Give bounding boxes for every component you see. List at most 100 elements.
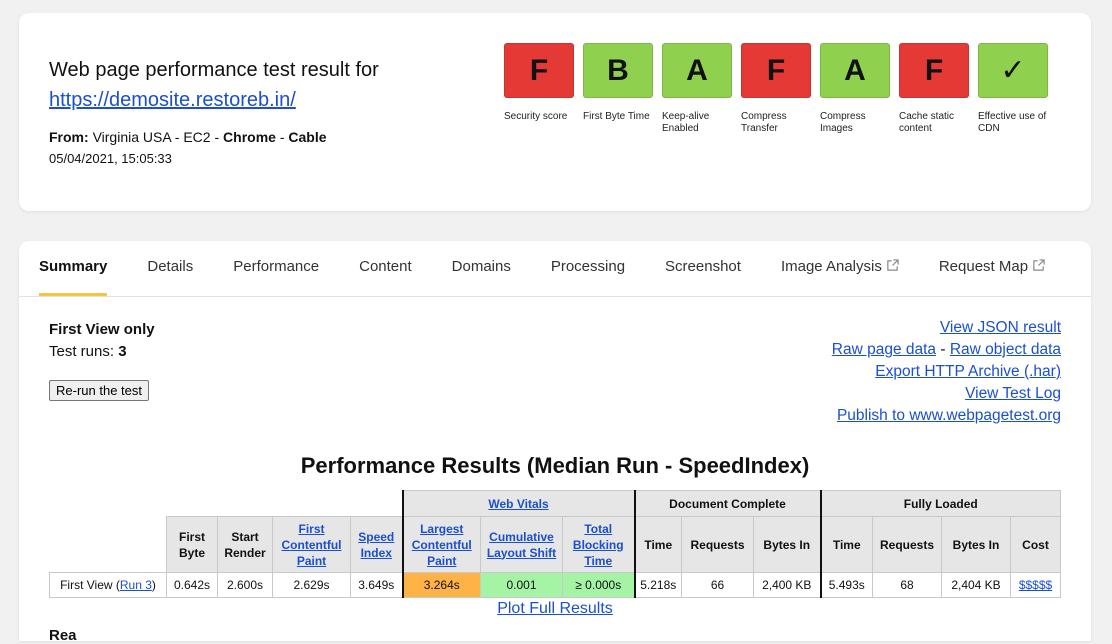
document-complete-group: Document Complete — [633, 490, 821, 517]
grade-box[interactable]: ✓ — [978, 43, 1048, 98]
separator: - — [214, 129, 220, 145]
grade-box[interactable]: A — [820, 43, 890, 98]
raw-page-data-link[interactable]: Raw page data — [832, 341, 936, 358]
full-requests-value: 68 — [872, 572, 942, 598]
grade-item[interactable]: F Cache static content — [899, 43, 969, 135]
tab-performance[interactable]: Performance — [233, 241, 319, 296]
col-cost: Cost — [1010, 516, 1061, 573]
grade-item[interactable]: F Security score — [504, 43, 574, 135]
grade-item[interactable]: B First Byte Time — [583, 43, 653, 135]
col-speed-index: Speed Index — [350, 516, 403, 573]
test-header-card: Web page performance test result for htt… — [19, 13, 1091, 211]
col-start-render: Start Render — [217, 516, 273, 573]
view-test-log-link[interactable]: View Test Log — [965, 385, 1061, 402]
view-json-link[interactable]: View JSON result — [940, 319, 1061, 336]
test-datetime: 05/04/2021, 15:05:33 — [49, 151, 172, 166]
tested-url-link[interactable]: https://demosite.restoreb.in/ — [49, 85, 296, 115]
tab-details[interactable]: Details — [147, 241, 193, 296]
speed-index-link[interactable]: Speed Index — [358, 530, 394, 560]
test-title-block: Web page performance test result for htt… — [49, 55, 379, 166]
col-doc-time: Time — [633, 516, 682, 573]
col-full-time: Time — [819, 516, 873, 573]
test-runs-label: Test runs: — [49, 343, 115, 360]
run-info: First View only Test runs: 3 Re-run the … — [49, 319, 155, 401]
browser-text: Chrome — [223, 129, 276, 145]
separator: - — [940, 341, 946, 358]
tab-label: Domains — [451, 258, 511, 275]
test-runs-value: 3 — [118, 343, 127, 360]
first-byte-value: 0.642s — [166, 572, 218, 598]
lcp-value: 3.264s — [401, 572, 481, 598]
location-text: Virginia USA - EC2 — [92, 129, 211, 145]
rerun-test-button[interactable]: Re-run the test — [49, 380, 149, 401]
test-location: From: Virginia USA - EC2 - Chrome - Cabl… — [49, 129, 379, 145]
col-tbt: Total Blocking Time — [562, 516, 635, 573]
tbt-value: ≥ 0.000s — [562, 572, 635, 598]
tab-domains[interactable]: Domains — [452, 241, 511, 296]
external-link-icon — [1033, 259, 1045, 271]
tab-content[interactable]: Content — [359, 241, 412, 296]
tab-label: Screenshot — [665, 258, 741, 275]
grade-label: Compress Transfer — [741, 111, 787, 134]
run-3-link[interactable]: Run 3 — [120, 578, 152, 592]
export-har-link[interactable]: Export HTTP Archive (.har) — [875, 363, 1061, 380]
col-full-requests: Requests — [872, 516, 942, 573]
lcp-link[interactable]: Largest Contentful Paint — [412, 522, 472, 568]
results-card: Summary Details Performance Content Domains P… — [19, 241, 1091, 644]
external-link-icon — [887, 259, 899, 271]
tab-screenshot[interactable]: Screenshot — [665, 241, 741, 296]
grade-item[interactable]: A Keep-alive Enabled — [662, 43, 732, 135]
cls-link[interactable]: Cumulative Layout Shift — [487, 530, 556, 560]
grade-label: Compress Images — [820, 111, 866, 134]
grade-label: Cache static content — [899, 111, 955, 134]
col-doc-bytes: Bytes In — [753, 516, 821, 573]
grade-label: Security score — [504, 111, 568, 122]
cost-link[interactable]: $$$$$ — [1019, 578, 1052, 592]
page-title: Web page performance test result for — [49, 59, 379, 81]
tab-request-map[interactable]: Request Map — [939, 241, 1045, 296]
grade-box[interactable]: F — [741, 43, 811, 98]
tab-label: Content — [359, 258, 412, 275]
table-row: First View (Run 3) 0.642s 2.600s 2.629s … — [49, 572, 1061, 598]
from-label: From: — [49, 129, 89, 145]
tab-summary[interactable]: Summary — [39, 241, 108, 296]
fcp-link[interactable]: First Contentful Paint — [282, 522, 342, 568]
grade-label: Effective use of CDN — [978, 111, 1047, 134]
doc-time-value: 5.218s — [633, 572, 682, 598]
web-vitals-link[interactable]: Web Vitals — [488, 497, 548, 511]
plot-full-results-link[interactable]: Plot Full Results — [497, 600, 613, 617]
grade-box[interactable]: F — [899, 43, 969, 98]
grade-item[interactable]: F Compress Transfer — [741, 43, 811, 135]
row-label-text: First View ( — [60, 578, 120, 592]
tab-processing[interactable]: Processing — [551, 241, 625, 296]
col-cls: Cumulative Layout Shift — [480, 516, 563, 573]
performance-results-title: Performance Results (Median Run - SpeedI… — [300, 453, 810, 478]
separator: - — [279, 129, 285, 145]
grade-box[interactable]: F — [504, 43, 574, 98]
tbt-link[interactable]: Total Blocking Time — [573, 522, 624, 568]
grade-item[interactable]: A Compress Images — [820, 43, 890, 135]
connection-text: Cable — [288, 129, 327, 145]
full-time-value: 5.493s — [819, 572, 873, 598]
col-fcp: First Contentful Paint — [272, 516, 351, 573]
web-vitals-group: Web Vitals — [401, 490, 635, 517]
tab-label: Details — [147, 258, 194, 275]
grade-box[interactable]: B — [583, 43, 653, 98]
first-view-label: First View only — [49, 321, 155, 338]
export-links: View JSON result Raw page data - Raw obj… — [832, 317, 1061, 427]
col-full-bytes: Bytes In — [941, 516, 1011, 573]
performance-results-table: Web Vitals Document Complete Fully Loade… — [49, 490, 1061, 598]
cls-value: 0.001 — [480, 572, 563, 598]
row-label-end: ) — [151, 578, 156, 592]
tab-label: Summary — [39, 258, 108, 275]
tab-label: Processing — [550, 258, 626, 275]
tab-image-analysis[interactable]: Image Analysis — [781, 241, 899, 296]
grade-box[interactable]: A — [662, 43, 732, 98]
cost-value: $$$$$ — [1010, 572, 1061, 598]
publish-link[interactable]: Publish to www.webpagetest.org — [837, 407, 1061, 424]
full-bytes-value: 2,404 KB — [941, 572, 1011, 598]
raw-object-data-link[interactable]: Raw object data — [950, 341, 1061, 358]
grade-item[interactable]: ✓ Effective use of CDN — [978, 43, 1048, 135]
doc-requests-value: 66 — [681, 572, 754, 598]
section-heading-peek: Rea — [49, 627, 77, 644]
